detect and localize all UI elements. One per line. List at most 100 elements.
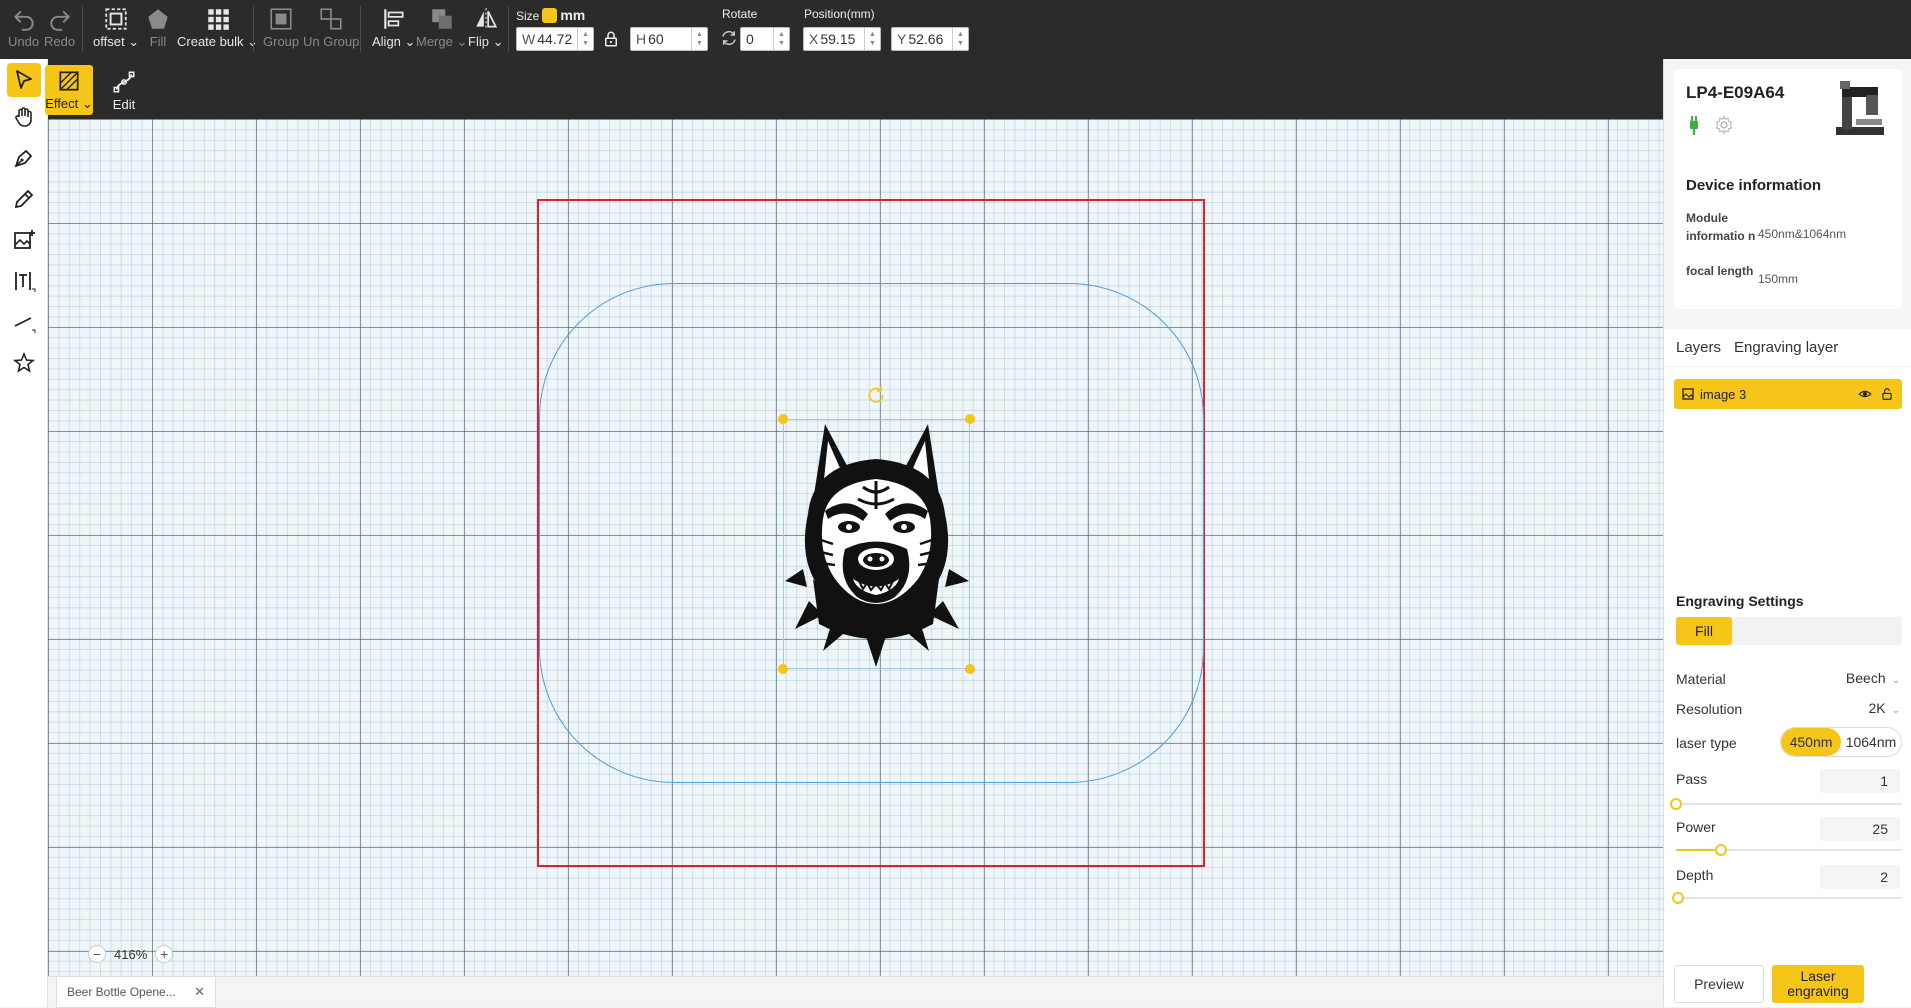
laser-1064nm-option[interactable]: 1064nm xyxy=(1841,728,1901,756)
preview-button[interactable]: Preview xyxy=(1674,965,1764,1003)
offset-icon xyxy=(105,8,127,30)
y-stepper[interactable]: ▲ ▼ xyxy=(952,28,968,50)
offset-button[interactable]: offset ⌄ xyxy=(93,6,139,54)
group-button[interactable]: Group xyxy=(263,6,299,54)
chevron-down-icon: ⌄ xyxy=(78,96,93,111)
eye-icon[interactable] xyxy=(1858,387,1872,401)
sub-toolbar: Effect ⌄ Edit xyxy=(45,59,1663,119)
redo-label: Redo xyxy=(44,34,76,49)
power-label: Power xyxy=(1676,819,1716,835)
pencil-tool[interactable] xyxy=(7,182,41,216)
text-tool[interactable] xyxy=(7,264,41,298)
pen-tool[interactable] xyxy=(7,141,41,175)
chevron-down-icon: ⌄ xyxy=(128,34,140,49)
node-edit-icon xyxy=(113,70,135,93)
document-tab[interactable]: Beer Bottle Opene... ✕ xyxy=(56,977,216,1008)
fill-mode-button[interactable]: Fill xyxy=(1676,617,1732,645)
pen-nib-icon xyxy=(14,149,33,168)
rotate-input[interactable]: 0 ▲ ▼ xyxy=(740,27,790,51)
width-stepper[interactable]: ▲ ▼ xyxy=(577,28,593,50)
offset-label: offset xyxy=(93,34,125,49)
module-info-key: Module informatio n xyxy=(1686,211,1756,243)
image-tool[interactable] xyxy=(7,223,41,257)
y-value: 52.66 xyxy=(908,31,944,47)
resolution-label: Resolution xyxy=(1676,701,1743,717)
unlock-icon[interactable] xyxy=(1880,387,1894,401)
effect-button[interactable]: Effect ⌄ xyxy=(45,65,93,115)
pass-slider[interactable] xyxy=(1670,797,1902,811)
resolution-value: 2K xyxy=(1868,700,1886,716)
device-status-icons xyxy=(1686,115,1734,135)
power-input[interactable]: 25 xyxy=(1820,817,1900,841)
width-input[interactable]: W 44.72 ▲ ▼ xyxy=(516,27,594,51)
merge-label: Merge xyxy=(416,34,453,49)
layer-item[interactable]: image 3 xyxy=(1674,379,1902,409)
line-tool[interactable] xyxy=(7,305,41,339)
tab-layers[interactable]: Layers xyxy=(1676,339,1721,356)
rotate-icon xyxy=(722,30,736,46)
slider-knob[interactable] xyxy=(1672,892,1685,904)
line-icon xyxy=(14,317,36,333)
merge-button[interactable]: Merge ⌄ xyxy=(416,6,467,54)
shape-tool[interactable] xyxy=(7,346,41,380)
pass-input[interactable]: 1 xyxy=(1820,769,1900,793)
star-shape-icon xyxy=(12,351,36,373)
rotate-handle-icon[interactable] xyxy=(866,385,886,405)
align-left-icon xyxy=(383,9,404,29)
align-button[interactable]: Align ⌄ xyxy=(372,6,415,54)
slider-knob[interactable] xyxy=(1715,844,1728,856)
document-tab-title: Beer Bottle Opene... xyxy=(67,985,176,999)
resolution-select[interactable]: 2K ⌄ xyxy=(1868,700,1900,716)
slider-track xyxy=(1676,803,1902,805)
close-icon[interactable]: ✕ xyxy=(194,984,205,1000)
zoom-in-button[interactable]: + xyxy=(155,945,174,963)
undo-button[interactable]: Undo xyxy=(8,6,39,54)
flip-button[interactable]: Flip ⌄ xyxy=(468,6,503,54)
redo-button[interactable]: Redo xyxy=(44,6,75,54)
laser-450nm-option[interactable]: 450nm xyxy=(1781,728,1841,756)
dog-head-image[interactable] xyxy=(783,419,970,669)
power-slider[interactable] xyxy=(1676,843,1902,857)
group-label: Group xyxy=(263,34,300,49)
layer-tabs: Layers Engraving layer xyxy=(1664,329,1911,367)
hand-tool[interactable] xyxy=(7,100,41,134)
slider-knob[interactable] xyxy=(1670,798,1682,810)
ungroup-button[interactable]: Un Group xyxy=(303,6,359,54)
chevron-down-icon: ⌄ xyxy=(456,34,468,49)
height-input[interactable]: H 60 ▲ ▼ xyxy=(630,27,708,51)
text-icon xyxy=(15,272,36,292)
create-bulk-button[interactable]: Create bulk ⌄ xyxy=(177,6,258,54)
x-position-input[interactable]: X 59.15 ▲ ▼ xyxy=(803,27,881,51)
chevron-down-icon: ⌄ xyxy=(1891,675,1900,686)
flip-label: Flip xyxy=(468,34,489,49)
depth-label: Depth xyxy=(1676,867,1714,883)
connection-plug-icon xyxy=(1690,116,1698,135)
design-canvas[interactable]: − 416% + xyxy=(48,119,1663,976)
unit-toggle[interactable] xyxy=(542,8,558,23)
y-position-input[interactable]: Y 52.66 ▲ ▼ xyxy=(891,27,969,51)
module-info-value: 450nm&1064nm xyxy=(1758,227,1847,241)
depth-slider[interactable] xyxy=(1672,891,1902,905)
x-stepper[interactable]: ▲ ▼ xyxy=(864,28,880,50)
rotate-label: Rotate xyxy=(722,7,758,21)
zoom-out-button[interactable]: − xyxy=(88,945,106,963)
gear-icon[interactable] xyxy=(1714,115,1734,135)
material-select[interactable]: Beech ⌄ xyxy=(1846,670,1900,686)
depth-input[interactable]: 2 xyxy=(1820,865,1900,889)
width-value: 44.72 xyxy=(537,31,573,47)
edit-button[interactable]: Edit xyxy=(95,65,153,115)
height-stepper[interactable]: ▲ ▼ xyxy=(691,28,707,50)
cursor-arrow-icon xyxy=(16,70,32,89)
size-label-group: Size mm xyxy=(516,7,585,23)
chevron-down-icon: ⌄ xyxy=(1891,705,1900,716)
material-label: Material xyxy=(1676,671,1726,687)
lock-icon[interactable] xyxy=(602,30,620,48)
fill-button[interactable]: Fill xyxy=(145,6,171,54)
image-icon xyxy=(1682,388,1694,400)
tab-engraving-layer[interactable]: Engraving layer xyxy=(1734,339,1838,356)
hatch-fill-icon xyxy=(59,71,79,91)
select-tool[interactable] xyxy=(7,63,41,97)
pencil-icon xyxy=(14,189,34,209)
laser-engraving-button[interactable]: Laser engraving xyxy=(1772,965,1864,1003)
rotate-stepper[interactable]: ▲ ▼ xyxy=(773,28,789,50)
